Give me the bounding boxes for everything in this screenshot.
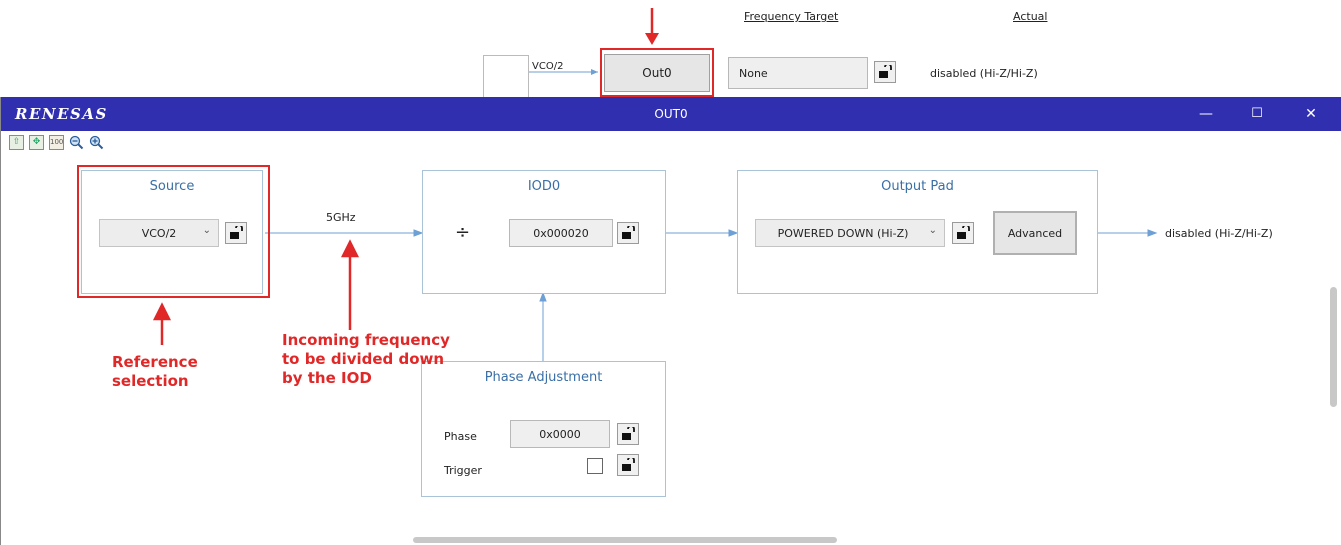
iod0-value-field[interactable]: 0x000020 [509, 219, 613, 247]
output-pad-title: Output Pad [881, 179, 954, 194]
output-pad-select[interactable]: POWERED DOWN (Hi-Z) ⌄ [755, 219, 945, 247]
unlock-icon [622, 427, 635, 440]
chevron-down-icon: ⌄ [928, 225, 937, 236]
column-header-actual: Actual [1013, 10, 1048, 23]
source-highlight [77, 165, 270, 298]
vertical-scrollbar[interactable] [1330, 287, 1337, 407]
output-pad-panel: Output Pad POWERED DOWN (Hi-Z) ⌄ Advance… [737, 170, 1098, 294]
reference-annotation-line1: Reference [112, 353, 198, 371]
trigger-checkbox[interactable] [587, 458, 603, 474]
incoming-frequency-annotation: Incoming frequency to be divided down by… [282, 331, 450, 388]
background-source-block [483, 55, 529, 100]
frequency-target-field[interactable]: None [728, 57, 868, 89]
frequency-target-lock-button[interactable] [874, 61, 896, 83]
background-source-label: VCO/2 [532, 61, 564, 72]
out0-highlight [600, 48, 714, 97]
divide-symbol: ÷ [455, 222, 471, 243]
background-actual-value: disabled (Hi-Z/Hi-Z) [930, 67, 1038, 80]
trigger-label: Trigger [444, 464, 482, 477]
out0-dialog: RENESAS OUT0 — ☐ ✕ ⇧ ✥ 100 Source VCO/2 … [0, 97, 1341, 545]
phase-adjustment-title: Phase Adjustment [484, 370, 603, 385]
column-header-frequency-target: Frequency Target [744, 10, 839, 23]
output-pad-lock-button[interactable] [952, 222, 974, 244]
advanced-button[interactable]: Advanced [993, 211, 1077, 255]
incoming-annotation-line2: to be divided down [282, 350, 445, 368]
horizontal-scrollbar[interactable] [413, 537, 837, 543]
unlock-icon [622, 226, 635, 239]
output-result: disabled (Hi-Z/Hi-Z) [1165, 227, 1273, 240]
reference-annotation: Reference selection [112, 353, 198, 391]
output-pad-select-value: POWERED DOWN (Hi-Z) [777, 226, 909, 240]
unlock-icon [957, 226, 970, 239]
trigger-lock-button[interactable] [617, 454, 639, 476]
phase-value-field[interactable]: 0x0000 [510, 420, 610, 448]
reference-annotation-line2: selection [112, 372, 189, 390]
phase-adjustment-panel: Phase Adjustment Phase 0x0000 Trigger [421, 361, 666, 497]
iod0-title: IOD0 [527, 179, 561, 194]
unlock-icon [879, 65, 892, 78]
iod0-lock-button[interactable] [617, 222, 639, 244]
iod0-panel: IOD0 ÷ 0x000020 [422, 170, 666, 294]
incoming-annotation-line3: by the IOD [282, 369, 372, 387]
phase-label: Phase [444, 430, 477, 443]
source-frequency: 5GHz [326, 211, 356, 224]
phase-lock-button[interactable] [617, 423, 639, 445]
unlock-icon [622, 458, 635, 471]
incoming-annotation-line1: Incoming frequency [282, 331, 450, 349]
